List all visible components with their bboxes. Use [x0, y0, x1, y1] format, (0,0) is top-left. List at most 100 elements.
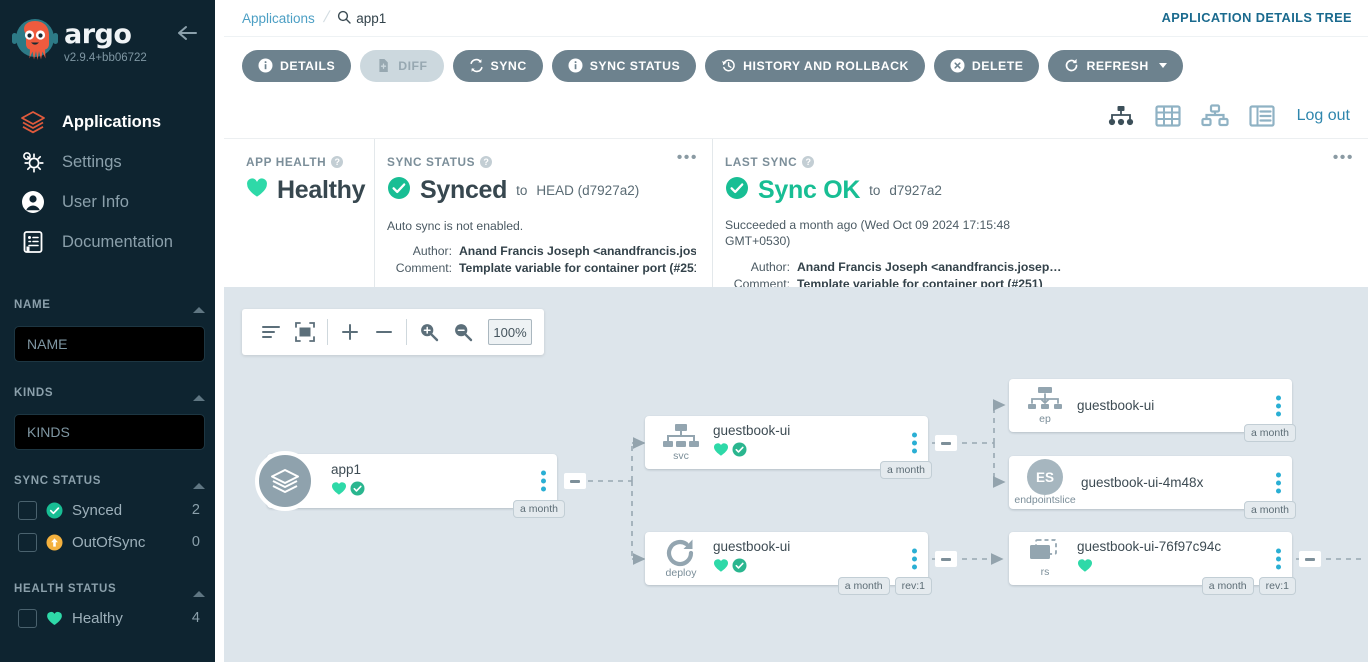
sync-button[interactable]: SYNC — [452, 49, 543, 82]
button-label: REFRESH — [1086, 58, 1149, 73]
name-filter-input[interactable] — [14, 326, 205, 362]
tree-node-rs[interactable]: rs guestbook-ui-76f97c94c a month rev:1 — [1009, 532, 1321, 595]
button-label: HISTORY AND ROLLBACK — [743, 58, 909, 73]
history-and-rollback-button[interactable]: HISTORY AND ROLLBACK — [705, 49, 925, 82]
sidebar-scrollbar[interactable] — [215, 0, 224, 662]
filter-header-name[interactable]: NAME — [0, 292, 224, 318]
details-button[interactable]: DETAILS — [242, 49, 352, 82]
filter-title: NAME — [14, 299, 51, 311]
ellipsis-icon[interactable]: ••• — [1333, 150, 1354, 166]
zoom-out-icon[interactable] — [446, 315, 480, 349]
minus-icon[interactable] — [367, 315, 401, 349]
node-body: guestbook-ui — [1077, 398, 1154, 414]
sidebar-item-applications[interactable]: Applications — [0, 102, 224, 142]
collapse-button-app1[interactable] — [564, 473, 586, 489]
sidebar-item-documentation[interactable]: Documentation — [0, 222, 224, 262]
brand-name: argo — [64, 19, 132, 50]
delete-button[interactable]: DELETE — [933, 49, 1040, 82]
comment-key: Comment: — [395, 261, 452, 275]
diff-button[interactable]: DIFF — [360, 49, 444, 82]
zoom-level-input[interactable] — [488, 319, 532, 345]
pods-view-icon[interactable] — [1201, 103, 1229, 129]
question-icon[interactable]: ? — [802, 156, 815, 168]
sync-meta: Author: Anand Francis Joseph <anandfranc… — [387, 243, 696, 277]
kinds-filter-input[interactable] — [14, 414, 205, 450]
tree-node-endpointslice[interactable]: ES endpointslice guestbook-ui-4m48x a mo… — [1009, 456, 1296, 519]
divider — [406, 319, 407, 345]
node-name: guestbook-ui — [713, 423, 791, 438]
es-badge-icon: ES endpointslice — [1014, 459, 1076, 506]
node-menu-button[interactable] — [541, 470, 546, 492]
node-kind: endpointslice — [1014, 494, 1076, 506]
arrow-left-icon[interactable] — [176, 22, 200, 44]
service-sitemap-icon: svc — [655, 423, 707, 462]
filter-header-sync-status[interactable]: SYNC STATUS — [0, 468, 224, 494]
node-menu-button[interactable] — [1276, 548, 1281, 569]
tree-node-svc[interactable]: svc guestbook-ui a month — [645, 416, 957, 479]
question-icon[interactable]: ? — [331, 156, 344, 168]
node-menu-button[interactable] — [1276, 395, 1281, 416]
node-menu-button[interactable] — [912, 432, 917, 453]
tree-node-deploy[interactable]: deploy guestbook-ui a month rev:1 — [645, 532, 957, 595]
tree-view-icon[interactable] — [1107, 103, 1135, 129]
card-header: SYNC STATUS ? — [387, 155, 696, 169]
tree-node-app1[interactable]: app1 a month — [255, 451, 586, 518]
sync-status-button[interactable]: SYNC STATUS — [551, 49, 697, 82]
refresh-button[interactable]: REFRESH — [1048, 49, 1183, 82]
chevron-up-icon[interactable] — [192, 477, 206, 489]
filter-option-outofsync[interactable]: OutOfSync 0 — [0, 526, 224, 558]
list-view-icon[interactable] — [1248, 103, 1276, 129]
app-health-card: APP HEALTH ? Healthy — [234, 139, 374, 287]
scrollbar-thumb[interactable] — [215, 0, 224, 300]
checkbox[interactable] — [18, 608, 37, 628]
author-value: Anand Francis Joseph <anandfrancis.josep… — [797, 260, 1062, 274]
app-health-value: Healthy — [277, 176, 366, 204]
sidebar-item-settings[interactable]: Settings — [0, 142, 224, 182]
node-tag: rev:1 — [1258, 577, 1296, 595]
grid-view-icon[interactable] — [1154, 103, 1182, 129]
plus-icon[interactable] — [333, 315, 367, 349]
node-tag: a month — [880, 461, 932, 479]
application-details-tree-label[interactable]: APPLICATION DETAILS TREE — [1162, 10, 1352, 25]
chevron-up-icon[interactable] — [192, 389, 206, 401]
filter-option-healthy[interactable]: Healthy 4 — [0, 602, 224, 634]
fit-to-screen-icon[interactable] — [288, 315, 322, 349]
sidebar-item-user-info[interactable]: User Info — [0, 182, 224, 222]
chevron-up-icon[interactable] — [192, 585, 206, 597]
heart-icon — [713, 558, 729, 578]
card-header: APP HEALTH ? — [246, 155, 358, 169]
history-clock-icon — [721, 58, 736, 73]
logout-button[interactable]: Log out — [1297, 107, 1350, 125]
node-status-icons — [713, 558, 790, 578]
ellipsis-icon[interactable]: ••• — [677, 150, 698, 166]
sidebar-nav: Applications Settings User Info Document… — [0, 102, 224, 262]
breadcrumb-current: app1 — [337, 10, 386, 27]
node-name: app1 — [331, 461, 362, 477]
collapse-button-svc[interactable] — [935, 435, 957, 451]
filter-lines-icon[interactable] — [254, 315, 288, 349]
question-icon[interactable]: ? — [480, 156, 493, 168]
breadcrumb-applications[interactable]: Applications — [242, 11, 315, 26]
zoom-in-icon[interactable] — [412, 315, 446, 349]
tree-node-ep[interactable]: ep guestbook-ui a month — [1009, 379, 1296, 442]
argocd-app: argo v2.9.4+bb06722 Applications Setting… — [0, 0, 1368, 662]
filter-option-synced[interactable]: Synced 2 — [0, 494, 224, 526]
node-kind: rs — [1040, 566, 1050, 578]
topbar-right: APPLICATION DETAILS TREE — [1162, 9, 1352, 27]
node-kind: ep — [1039, 413, 1051, 425]
sync-revision[interactable]: HEAD (d7927a2) — [536, 183, 639, 198]
checkbox[interactable] — [18, 500, 37, 520]
checkbox[interactable] — [18, 532, 37, 552]
application-layers-icon — [255, 451, 315, 511]
filter-header-health-status[interactable]: HEALTH STATUS — [0, 576, 224, 602]
chevron-up-icon[interactable] — [192, 301, 206, 313]
collapse-button-deploy[interactable] — [935, 551, 957, 567]
last-sync-to-label: to — [869, 183, 881, 198]
sync-status-value: Synced — [420, 176, 508, 204]
sidebar-header: argo v2.9.4+bb06722 — [0, 0, 224, 90]
collapse-button-rs[interactable] — [1299, 551, 1321, 567]
node-menu-button[interactable] — [1276, 472, 1281, 493]
last-sync-revision[interactable]: d7927a2 — [889, 183, 942, 198]
node-menu-button[interactable] — [912, 548, 917, 569]
filter-header-kinds[interactable]: KINDS — [0, 380, 224, 406]
